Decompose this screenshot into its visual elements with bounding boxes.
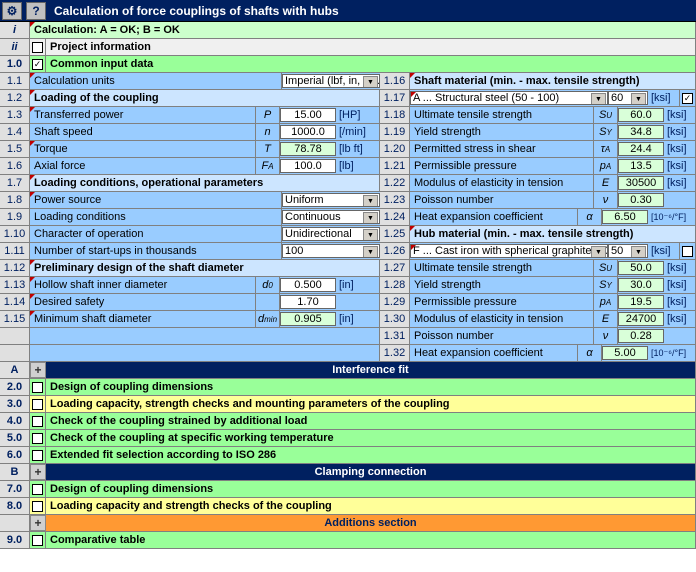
shaft-chk[interactable]: ✓ (680, 90, 696, 106)
power-source-select[interactable]: Uniform (282, 193, 380, 207)
power-input[interactable]: 15.00 (280, 108, 336, 122)
torque-output: 78.78 (280, 142, 336, 156)
title-bar: ⚙ ? Calculation of force couplings of sh… (0, 0, 696, 22)
hub-val-select[interactable]: 50 (608, 244, 648, 258)
startups-select[interactable]: 100 (282, 244, 380, 258)
speed-input[interactable]: 1000.0 (280, 125, 336, 139)
row-idx: 1.0 (0, 56, 30, 72)
project-info: Project information (46, 39, 696, 55)
section-clamping: Clamping connection (46, 464, 696, 480)
hub-chk[interactable] (680, 243, 696, 259)
shaft-val-select[interactable]: 60 (608, 91, 648, 105)
expand-toggle[interactable]: ✓ (30, 56, 46, 72)
axial-input[interactable]: 100.0 (280, 159, 336, 173)
operation-select[interactable]: Unidirectional (282, 227, 380, 241)
row-idx: i (0, 22, 30, 38)
section-header: Common input data (46, 56, 696, 72)
safety-input[interactable]: 1.70 (280, 295, 336, 309)
expand-b[interactable]: + (30, 464, 46, 480)
app-title: Calculation of force couplings of shafts… (48, 4, 339, 18)
shaft-mat-select[interactable]: A ... Structural steel (50 - 100) (410, 91, 608, 105)
app-icon[interactable]: ⚙ (2, 2, 22, 20)
units-select[interactable]: Imperial (lbf, in, HP... (282, 74, 380, 88)
row-idx: ii (0, 39, 30, 55)
calc-status: Calculation: A = OK; B = OK (30, 22, 696, 38)
section-additions: Additions section (46, 515, 696, 531)
min-dia-output: 0.905 (280, 312, 336, 326)
section-interference: Interference fit (46, 362, 696, 378)
expand-add[interactable]: + (30, 515, 46, 531)
loading-cond-select[interactable]: Continuous (282, 210, 380, 224)
help-icon[interactable]: ? (26, 2, 46, 20)
hub-mat-select[interactable]: F ... Cast iron with spherical graphite … (410, 244, 608, 258)
expand-a[interactable]: + (30, 362, 46, 378)
hollow-dia-input[interactable]: 0.500 (280, 278, 336, 292)
expand-toggle[interactable] (30, 39, 46, 55)
